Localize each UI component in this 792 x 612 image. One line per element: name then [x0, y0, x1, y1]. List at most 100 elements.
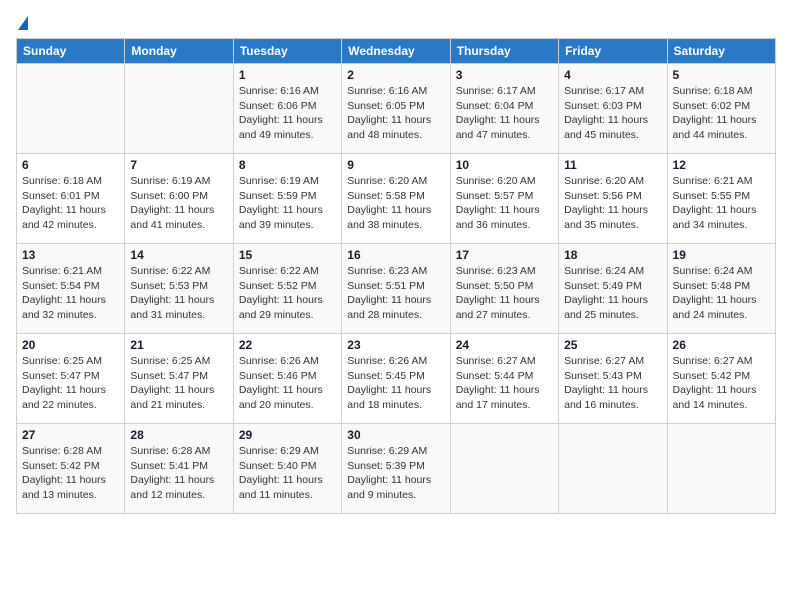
day-number: 25	[564, 338, 661, 352]
day-number: 7	[130, 158, 227, 172]
day-number: 11	[564, 158, 661, 172]
day-number: 4	[564, 68, 661, 82]
day-cell: 17Sunrise: 6:23 AM Sunset: 5:50 PM Dayli…	[450, 244, 558, 334]
day-number: 9	[347, 158, 444, 172]
week-row-3: 13 Sunrise: 6:21 AM Sunset: 5:54 PM Dayli…	[17, 244, 776, 334]
header	[16, 16, 776, 30]
week-row-5: 27 Sunrise: 6:28 AM Sunset: 5:42 PM Dayli…	[17, 424, 776, 514]
day-info: Sunrise: 6:23 AM Sunset: 5:50 PM Dayligh…	[456, 264, 553, 323]
day-info: Sunrise: 6:29 AM Sunset: 5:40 PM Dayligh…	[239, 444, 336, 503]
day-number: 23	[347, 338, 444, 352]
header-cell-thursday: Thursday	[450, 39, 558, 64]
day-cell: 10Sunrise: 6:20 AM Sunset: 5:57 PM Dayli…	[450, 154, 558, 244]
day-number: 27	[22, 428, 119, 442]
day-cell: 6 Sunrise: 6:18 AM Sunset: 6:01 PM Daylig…	[17, 154, 125, 244]
day-cell: 11 Sunrise: 6:20 AM Sunset: 5:56 PM Dayli…	[559, 154, 667, 244]
day-info: Sunrise: 6:24 AM Sunset: 5:48 PM Dayligh…	[673, 264, 770, 323]
day-info: Sunrise: 6:21 AM Sunset: 5:54 PM Dayligh…	[22, 264, 119, 323]
calendar-header: SundayMondayTuesdayWednesdayThursdayFrid…	[17, 39, 776, 64]
day-info: Sunrise: 6:20 AM Sunset: 5:58 PM Dayligh…	[347, 174, 444, 233]
day-info: Sunrise: 6:29 AM Sunset: 5:39 PM Dayligh…	[347, 444, 444, 503]
day-info: Sunrise: 6:22 AM Sunset: 5:53 PM Dayligh…	[130, 264, 227, 323]
day-number: 22	[239, 338, 336, 352]
header-row: SundayMondayTuesdayWednesdayThursdayFrid…	[17, 39, 776, 64]
day-cell: 26Sunrise: 6:27 AM Sunset: 5:42 PM Dayli…	[667, 334, 775, 424]
day-cell: 15 Sunrise: 6:22 AM Sunset: 5:52 PM Dayli…	[233, 244, 341, 334]
day-cell: 19 Sunrise: 6:24 AM Sunset: 5:48 PM Dayli…	[667, 244, 775, 334]
day-cell	[667, 424, 775, 514]
week-row-1: 1 Sunrise: 6:16 AM Sunset: 6:06 PM Daylig…	[17, 64, 776, 154]
day-info: Sunrise: 6:19 AM Sunset: 5:59 PM Dayligh…	[239, 174, 336, 233]
day-info: Sunrise: 6:17 AM Sunset: 6:04 PM Dayligh…	[456, 84, 553, 143]
day-info: Sunrise: 6:16 AM Sunset: 6:05 PM Dayligh…	[347, 84, 444, 143]
header-cell-saturday: Saturday	[667, 39, 775, 64]
header-cell-wednesday: Wednesday	[342, 39, 450, 64]
day-number: 18	[564, 248, 661, 262]
day-info: Sunrise: 6:27 AM Sunset: 5:43 PM Dayligh…	[564, 354, 661, 413]
day-cell: 25 Sunrise: 6:27 AM Sunset: 5:43 PM Dayli…	[559, 334, 667, 424]
day-number: 13	[22, 248, 119, 262]
day-info: Sunrise: 6:18 AM Sunset: 6:01 PM Dayligh…	[22, 174, 119, 233]
calendar-body: 1 Sunrise: 6:16 AM Sunset: 6:06 PM Daylig…	[17, 64, 776, 514]
header-cell-friday: Friday	[559, 39, 667, 64]
calendar-table: SundayMondayTuesdayWednesdayThursdayFrid…	[16, 38, 776, 514]
day-cell: 5 Sunrise: 6:18 AM Sunset: 6:02 PM Daylig…	[667, 64, 775, 154]
day-cell: 13 Sunrise: 6:21 AM Sunset: 5:54 PM Dayli…	[17, 244, 125, 334]
day-cell: 23 Sunrise: 6:26 AM Sunset: 5:45 PM Dayli…	[342, 334, 450, 424]
day-info: Sunrise: 6:16 AM Sunset: 6:06 PM Dayligh…	[239, 84, 336, 143]
day-info: Sunrise: 6:22 AM Sunset: 5:52 PM Dayligh…	[239, 264, 336, 323]
logo	[16, 16, 28, 30]
day-cell: 20 Sunrise: 6:25 AM Sunset: 5:47 PM Dayli…	[17, 334, 125, 424]
day-cell: 9 Sunrise: 6:20 AM Sunset: 5:58 PM Daylig…	[342, 154, 450, 244]
day-cell	[125, 64, 233, 154]
day-cell: 7 Sunrise: 6:19 AM Sunset: 6:00 PM Daylig…	[125, 154, 233, 244]
day-cell: 16 Sunrise: 6:23 AM Sunset: 5:51 PM Dayli…	[342, 244, 450, 334]
day-info: Sunrise: 6:25 AM Sunset: 5:47 PM Dayligh…	[22, 354, 119, 413]
day-info: Sunrise: 6:23 AM Sunset: 5:51 PM Dayligh…	[347, 264, 444, 323]
day-cell: 27 Sunrise: 6:28 AM Sunset: 5:42 PM Dayli…	[17, 424, 125, 514]
day-number: 6	[22, 158, 119, 172]
day-number: 5	[673, 68, 770, 82]
day-info: Sunrise: 6:17 AM Sunset: 6:03 PM Dayligh…	[564, 84, 661, 143]
day-info: Sunrise: 6:27 AM Sunset: 5:44 PM Dayligh…	[456, 354, 553, 413]
day-cell: 21 Sunrise: 6:25 AM Sunset: 5:47 PM Dayli…	[125, 334, 233, 424]
day-cell: 3 Sunrise: 6:17 AM Sunset: 6:04 PM Daylig…	[450, 64, 558, 154]
day-cell: 18Sunrise: 6:24 AM Sunset: 5:49 PM Dayli…	[559, 244, 667, 334]
day-cell: 14 Sunrise: 6:22 AM Sunset: 5:53 PM Dayli…	[125, 244, 233, 334]
day-number: 8	[239, 158, 336, 172]
day-cell: 4 Sunrise: 6:17 AM Sunset: 6:03 PM Daylig…	[559, 64, 667, 154]
day-number: 14	[130, 248, 227, 262]
day-number: 16	[347, 248, 444, 262]
day-cell: 1 Sunrise: 6:16 AM Sunset: 6:06 PM Daylig…	[233, 64, 341, 154]
day-info: Sunrise: 6:27 AM Sunset: 5:42 PM Dayligh…	[673, 354, 770, 413]
header-cell-tuesday: Tuesday	[233, 39, 341, 64]
day-number: 30	[347, 428, 444, 442]
logo-triangle-icon	[18, 16, 28, 30]
day-info: Sunrise: 6:26 AM Sunset: 5:46 PM Dayligh…	[239, 354, 336, 413]
day-info: Sunrise: 6:25 AM Sunset: 5:47 PM Dayligh…	[130, 354, 227, 413]
day-number: 29	[239, 428, 336, 442]
day-cell	[17, 64, 125, 154]
day-cell: 30 Sunrise: 6:29 AM Sunset: 5:39 PM Dayli…	[342, 424, 450, 514]
week-row-4: 20 Sunrise: 6:25 AM Sunset: 5:47 PM Dayli…	[17, 334, 776, 424]
day-info: Sunrise: 6:28 AM Sunset: 5:42 PM Dayligh…	[22, 444, 119, 503]
day-info: Sunrise: 6:26 AM Sunset: 5:45 PM Dayligh…	[347, 354, 444, 413]
day-number: 3	[456, 68, 553, 82]
day-cell	[450, 424, 558, 514]
day-info: Sunrise: 6:18 AM Sunset: 6:02 PM Dayligh…	[673, 84, 770, 143]
day-cell	[559, 424, 667, 514]
day-number: 24	[456, 338, 553, 352]
day-number: 1	[239, 68, 336, 82]
day-number: 15	[239, 248, 336, 262]
day-cell: 24 Sunrise: 6:27 AM Sunset: 5:44 PM Dayli…	[450, 334, 558, 424]
day-number: 19	[673, 248, 770, 262]
day-info: Sunrise: 6:20 AM Sunset: 5:56 PM Dayligh…	[564, 174, 661, 233]
day-number: 21	[130, 338, 227, 352]
day-cell: 12Sunrise: 6:21 AM Sunset: 5:55 PM Dayli…	[667, 154, 775, 244]
day-info: Sunrise: 6:21 AM Sunset: 5:55 PM Dayligh…	[673, 174, 770, 233]
day-cell: 29 Sunrise: 6:29 AM Sunset: 5:40 PM Dayli…	[233, 424, 341, 514]
header-cell-monday: Monday	[125, 39, 233, 64]
day-cell: 8 Sunrise: 6:19 AM Sunset: 5:59 PM Daylig…	[233, 154, 341, 244]
day-number: 20	[22, 338, 119, 352]
day-info: Sunrise: 6:19 AM Sunset: 6:00 PM Dayligh…	[130, 174, 227, 233]
